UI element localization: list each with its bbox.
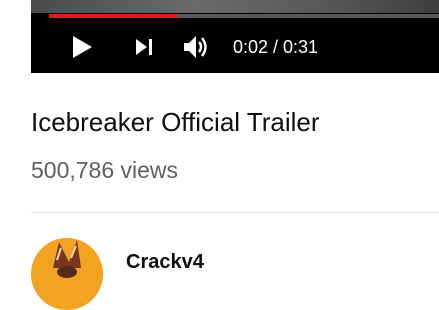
avatar-image (31, 238, 103, 310)
next-icon (136, 39, 152, 55)
divider (31, 212, 439, 213)
volume-button[interactable] (183, 34, 211, 60)
play-icon (73, 36, 92, 58)
channel-name[interactable]: Crackv4 (126, 250, 204, 274)
volume-icon (184, 36, 207, 58)
progress-bar[interactable] (49, 14, 439, 18)
channel-avatar[interactable] (31, 238, 103, 310)
progress-bar-fill (49, 14, 178, 18)
view-count: 500,786 views (31, 157, 179, 183)
time-display: 0:02 / 0:31 (233, 37, 319, 57)
play-button[interactable] (71, 34, 93, 60)
next-button[interactable] (134, 34, 154, 60)
video-frame[interactable] (31, 0, 439, 13)
video-title: Icebreaker Official Trailer (31, 107, 320, 137)
video-player[interactable]: 0:02 / 0:31 (31, 0, 439, 73)
